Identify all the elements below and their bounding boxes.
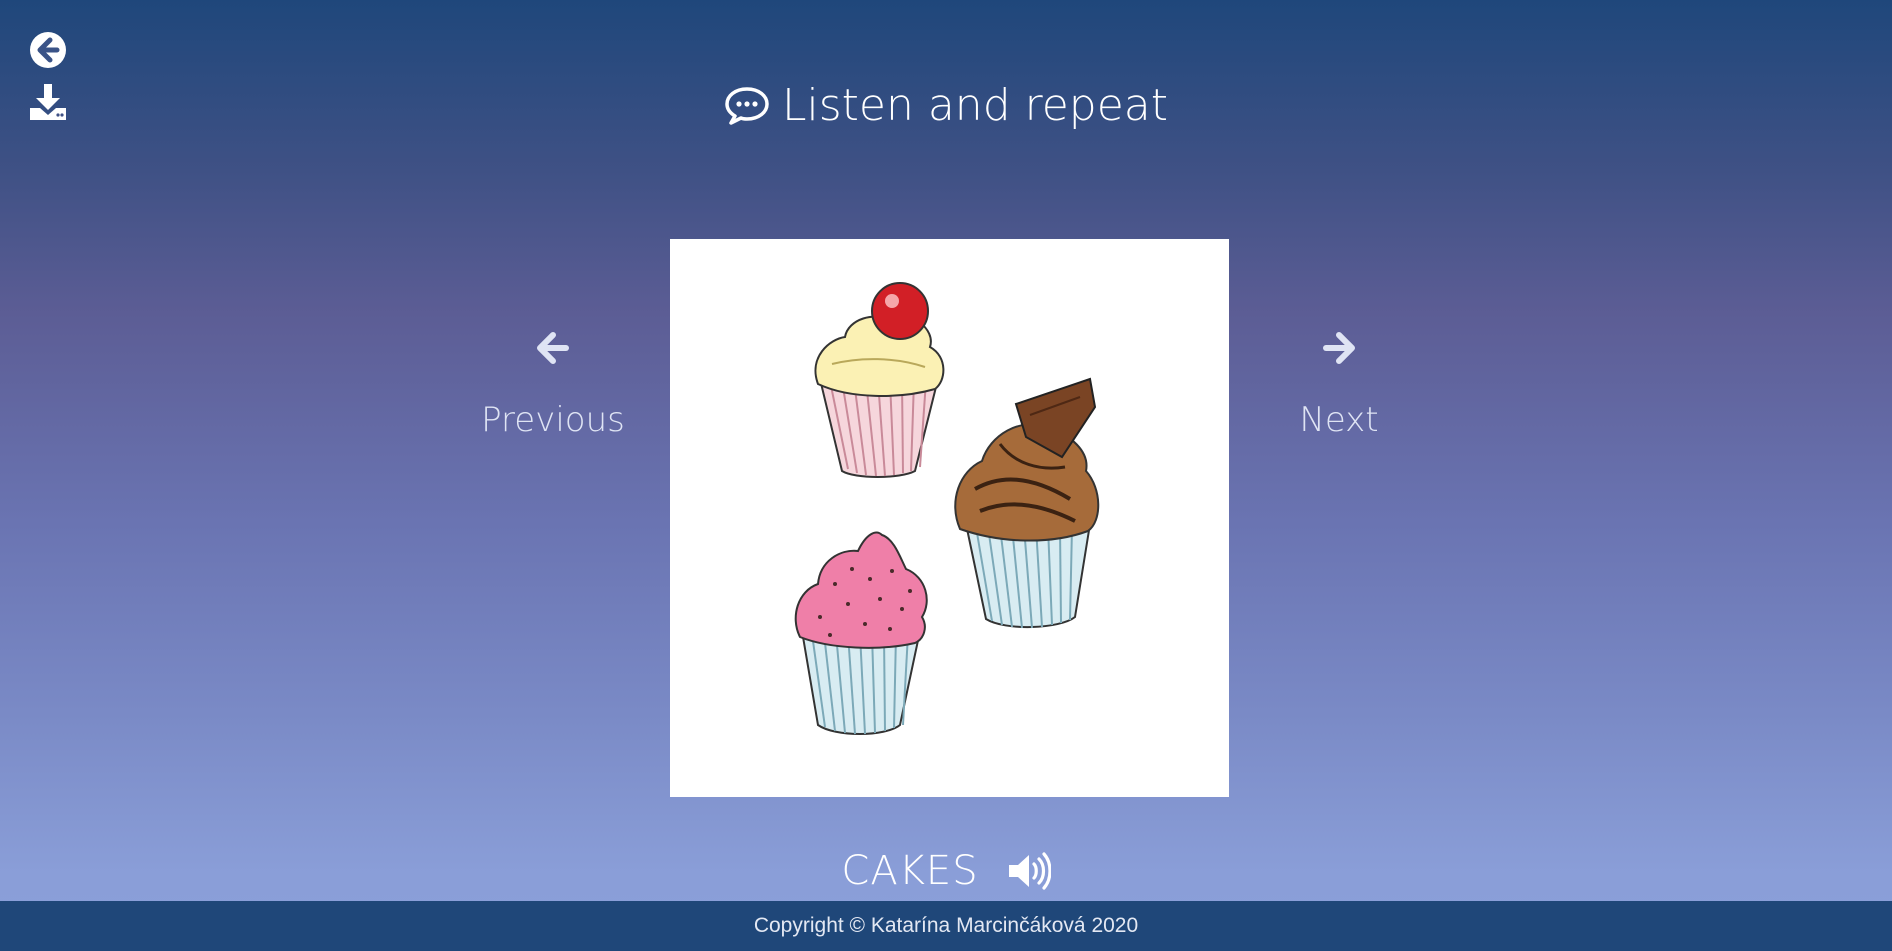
cupcakes-illustration — [794, 282, 1100, 735]
page-title: Listen and repeat — [0, 80, 1892, 131]
cupcake-chocolate — [954, 377, 1100, 629]
word-row: CAKES — [0, 848, 1892, 894]
flashcard-image — [670, 239, 1229, 797]
arrow-right-icon — [1321, 330, 1357, 366]
previous-button[interactable]: Previous — [463, 330, 643, 440]
previous-label: Previous — [481, 400, 625, 440]
footer: Copyright © Katarína Marcinčáková 2020 — [0, 901, 1892, 951]
vocabulary-word: CAKES — [841, 848, 979, 894]
chat-bubble-icon — [724, 85, 770, 127]
copyright-text: Copyright © Katarína Marcinčáková 2020 — [753, 914, 1139, 937]
cupcake-cherry — [814, 282, 945, 478]
next-button[interactable]: Next — [1249, 330, 1429, 440]
volume-icon[interactable] — [1007, 852, 1052, 890]
next-label: Next — [1299, 400, 1379, 440]
back-icon[interactable] — [28, 30, 72, 74]
cupcake-pink — [794, 531, 928, 735]
page-title-text: Listen and repeat — [781, 80, 1169, 131]
arrow-left-icon — [535, 330, 571, 366]
